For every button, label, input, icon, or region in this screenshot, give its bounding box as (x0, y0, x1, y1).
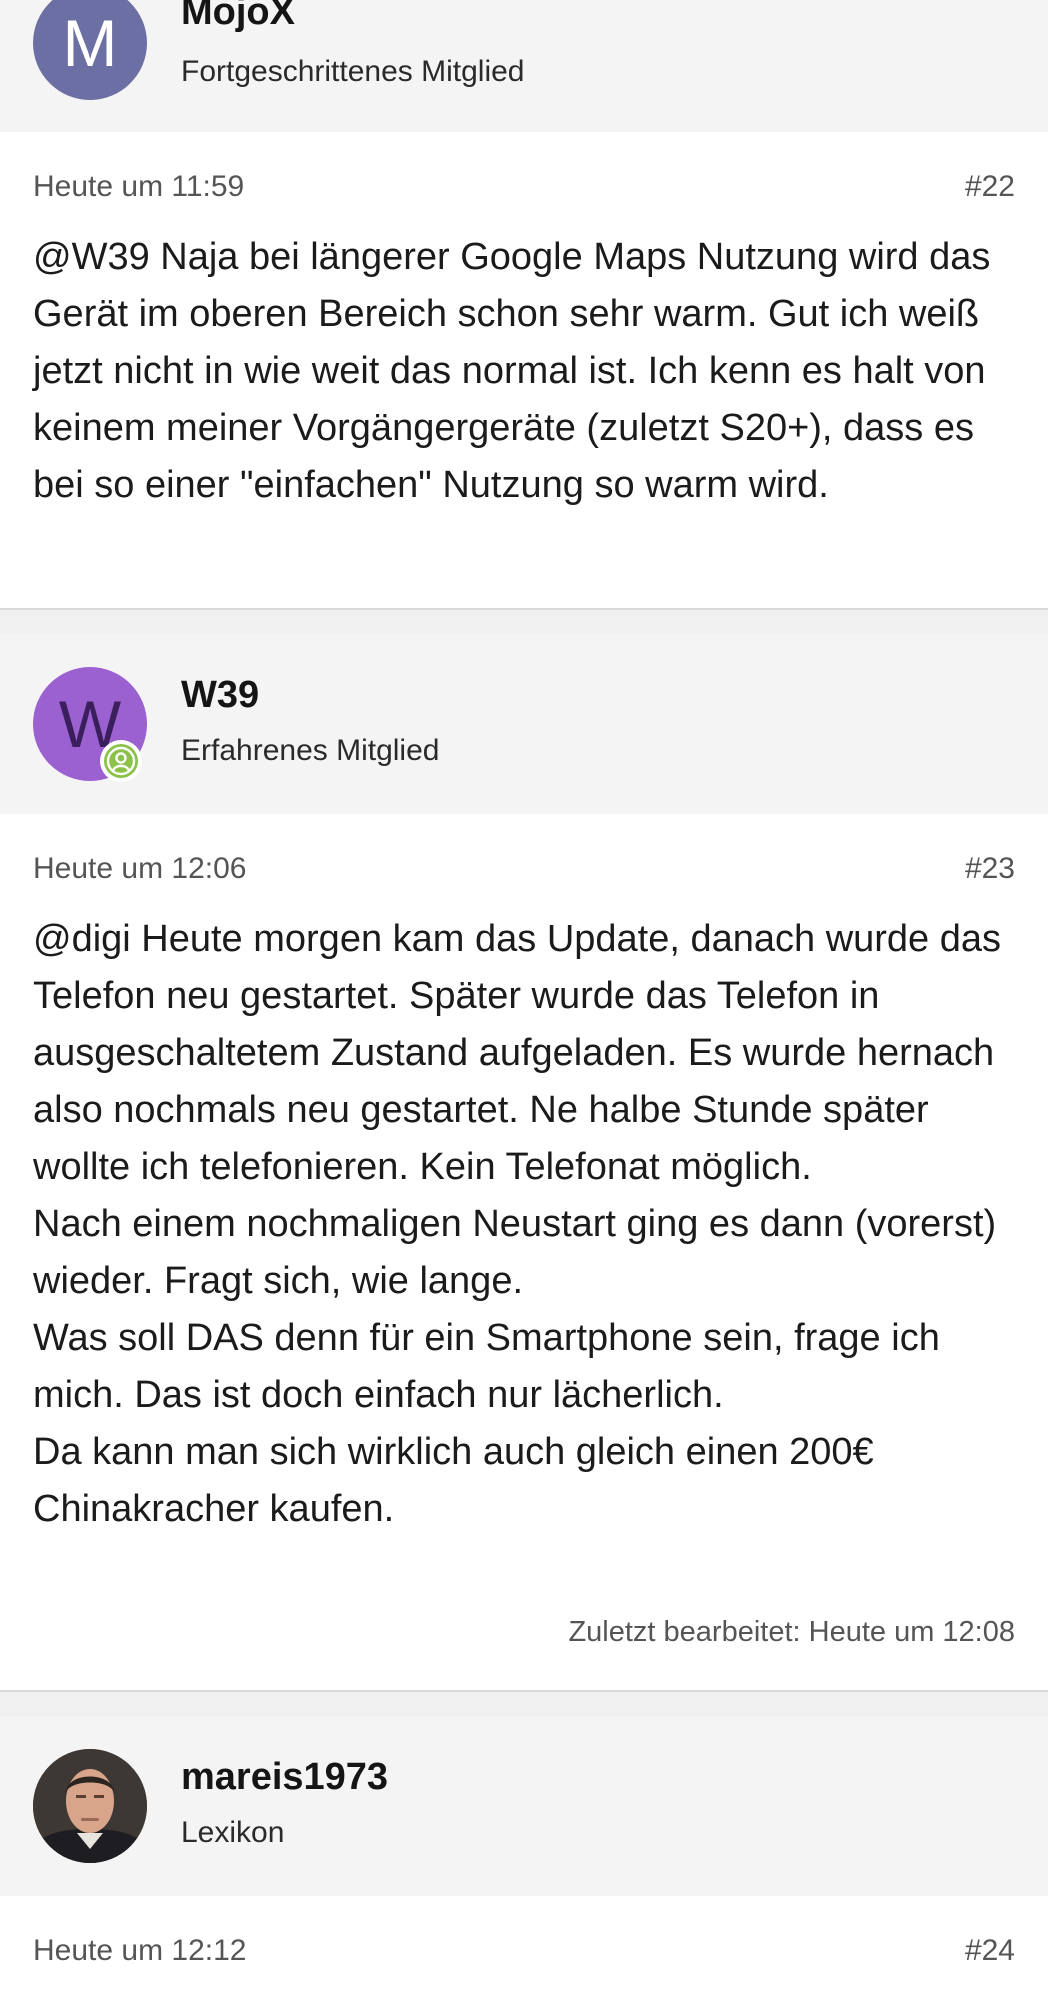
post-meta: Heute um 12:06 #23 (33, 852, 1015, 886)
post-meta: Heute um 12:12 #24 (33, 1934, 1015, 1968)
post-header: M MojoX Fortgeschrittenes Mitglied (0, 0, 1048, 132)
post-separator (0, 608, 1048, 634)
author-role: Lexikon (181, 1816, 285, 1849)
author-role: Fortgeschrittenes Mitglied (181, 55, 525, 88)
edited-note: Zuletzt bearbeitet: Heute um 12:08 (568, 1616, 1015, 1648)
post-paragraph: @digi Heute morgen kam das Update, danac… (33, 918, 1002, 1188)
post-body: @W39 Naja bei längerer Google Maps Nutzu… (33, 229, 1023, 514)
user-circle-icon (100, 740, 142, 782)
post-paragraph: Da kann man sich wirklich auch gleich ei… (33, 1431, 874, 1530)
author-role: Erfahrenes Mitglied (181, 734, 440, 767)
post-header: mareis1973 Lexikon (0, 1716, 1048, 1896)
post-meta: Heute um 11:59 #22 (33, 170, 1015, 204)
author-name[interactable]: W39 (181, 674, 259, 717)
post-body: @digi Heute morgen kam das Update, danac… (33, 911, 1023, 1538)
post-time[interactable]: Heute um 12:06 (33, 852, 246, 885)
avatar[interactable]: M (33, 0, 147, 100)
post-paragraph: Nach einem nochmaligen Neustart ging es … (33, 1203, 997, 1302)
post-header: W W39 Erfahrenes Mitglied (0, 634, 1048, 814)
post-number[interactable]: #23 (965, 852, 1015, 886)
post-paragraph: @W39 Naja bei längerer Google Maps Nutzu… (33, 236, 991, 506)
avatar[interactable] (33, 1749, 147, 1863)
post-time[interactable]: Heute um 11:59 (33, 170, 244, 203)
post-time[interactable]: Heute um 12:12 (33, 1934, 246, 1967)
avatar-letter: M (62, 6, 118, 80)
author-name[interactable]: mareis1973 (181, 1756, 388, 1799)
post-separator (0, 1690, 1048, 1716)
avatar-photo (33, 1749, 147, 1863)
post-number[interactable]: #22 (965, 170, 1015, 204)
post-paragraph: Was soll DAS denn für ein Smartphone sei… (33, 1317, 940, 1416)
author-name[interactable]: MojoX (181, 0, 295, 34)
post-number[interactable]: #24 (965, 1934, 1015, 1968)
